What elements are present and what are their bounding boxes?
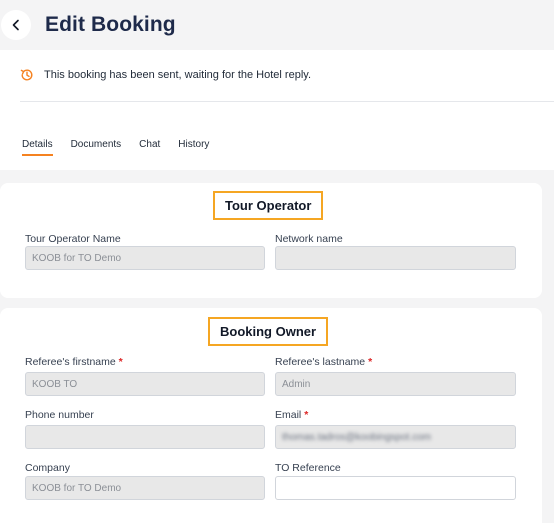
page-title: Edit Booking [45,13,176,36]
section-title-tour-operator: Tour Operator [213,191,324,220]
tour-operator-name-label: Tour Operator Name [25,233,121,245]
tab-bar: Details Documents Chat History [22,139,227,156]
history-icon [20,68,34,82]
lastname-label-text: Referee's lastname [275,356,366,368]
network-name-label: Network name [275,233,343,245]
company-label: Company [25,462,70,474]
back-button[interactable] [1,10,31,40]
required-marker: * [368,356,373,368]
divider [20,101,554,102]
email-label-text: Email [275,409,302,421]
status-message: This booking has been sent, waiting for … [44,69,312,81]
page-header: Edit Booking [0,0,554,50]
to-reference-field[interactable] [275,476,516,500]
tab-chat[interactable]: Chat [139,139,160,156]
firstname-label-text: Referee's firstname [25,356,116,368]
email-label: Email * [275,409,308,421]
phone-label: Phone number [25,409,94,421]
booking-owner-card: Booking Owner Referee's firstname * KOOB… [0,308,542,523]
tab-details[interactable]: Details [22,139,53,156]
lastname-label: Referee's lastname * [275,356,372,368]
booking-info-panel: This booking has been sent, waiting for … [0,50,554,170]
firstname-label: Referee's firstname * [25,356,123,368]
email-field[interactable]: thomas.tadros@koobingspot.com [275,425,516,449]
tour-operator-name-field[interactable]: KOOB for TO Demo [25,246,265,270]
network-name-field[interactable] [275,246,516,270]
tab-history[interactable]: History [178,139,209,156]
section-title-booking-owner: Booking Owner [208,317,329,346]
email-value: thomas.tadros@koobingspot.com [282,431,432,443]
chevron-left-icon [12,19,19,31]
phone-field[interactable] [25,425,265,449]
tour-operator-card: Tour Operator Tour Operator Name KOOB fo… [0,183,542,298]
company-field[interactable]: KOOB for TO Demo [25,476,265,500]
tab-documents[interactable]: Documents [71,139,122,156]
to-reference-label: TO Reference [275,462,341,474]
firstname-field[interactable]: KOOB TO [25,372,265,396]
required-marker: * [118,356,123,368]
status-banner: This booking has been sent, waiting for … [20,68,311,82]
lastname-field[interactable]: Admin [275,372,516,396]
required-marker: * [304,409,309,421]
